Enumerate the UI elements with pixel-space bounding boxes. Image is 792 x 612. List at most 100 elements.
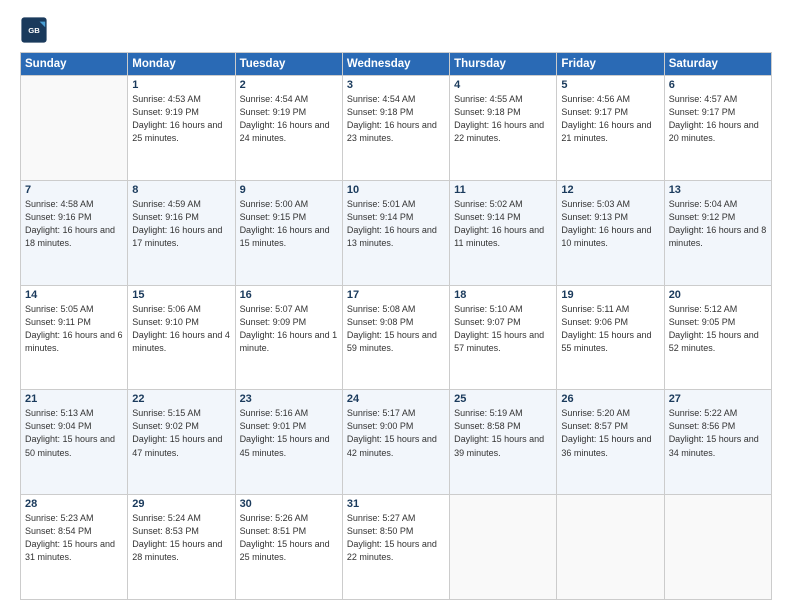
day-number: 12 <box>561 184 659 196</box>
calendar-cell: 22Sunrise: 5:15 AMSunset: 9:02 PMDayligh… <box>128 390 235 495</box>
day-number: 3 <box>347 79 445 91</box>
calendar-cell: 20Sunrise: 5:12 AMSunset: 9:05 PMDayligh… <box>664 285 771 390</box>
cell-info: Sunrise: 5:07 AMSunset: 9:09 PMDaylight:… <box>240 303 338 355</box>
calendar-cell: 4Sunrise: 4:55 AMSunset: 9:18 PMDaylight… <box>450 76 557 181</box>
day-number: 8 <box>132 184 230 196</box>
calendar-cell: 11Sunrise: 5:02 AMSunset: 9:14 PMDayligh… <box>450 180 557 285</box>
cell-info: Sunrise: 5:08 AMSunset: 9:08 PMDaylight:… <box>347 303 445 355</box>
calendar-cell: 29 Sunrise: 5:24 AMSunset: 8:53 PMDayligh… <box>128 495 235 600</box>
day-number: 1 <box>132 79 230 91</box>
cell-info: Sunrise: 5:06 AMSunset: 9:10 PMDaylight:… <box>132 303 230 355</box>
day-number: 28 <box>25 498 123 510</box>
day-number: 30 <box>240 498 338 510</box>
cell-info: Sunrise: 4:57 AMSunset: 9:17 PMDaylight:… <box>669 93 767 145</box>
calendar-cell: 21 Sunrise: 5:13 AMSunset: 9:04 PMDayligh… <box>21 390 128 495</box>
cell-info: Sunrise: 5:23 AMSunset: 8:54 PMDaylight:… <box>25 512 123 564</box>
calendar-cell: 10 Sunrise: 5:01 AMSunset: 9:14 PMDayligh… <box>342 180 449 285</box>
day-number: 7 <box>25 184 123 196</box>
cell-info: Sunrise: 5:00 AMSunset: 9:15 PMDaylight:… <box>240 198 338 250</box>
calendar-cell: 7 Sunrise: 4:58 AMSunset: 9:16 PMDaylight… <box>21 180 128 285</box>
weekday-header-row: SundayMondayTuesdayWednesdayThursdayFrid… <box>21 53 772 76</box>
calendar-cell: 19Sunrise: 5:11 AMSunset: 9:06 PMDayligh… <box>557 285 664 390</box>
day-number: 10 <box>347 184 445 196</box>
calendar-cell: 23 Sunrise: 5:16 AMSunset: 9:01 PMDayligh… <box>235 390 342 495</box>
calendar-table: SundayMondayTuesdayWednesdayThursdayFrid… <box>20 52 772 600</box>
calendar-cell: 2 Sunrise: 4:54 AMSunset: 9:19 PMDaylight… <box>235 76 342 181</box>
day-number: 13 <box>669 184 767 196</box>
calendar-cell: 1 Sunrise: 4:53 AMSunset: 9:19 PMDaylight… <box>128 76 235 181</box>
week-row-3: 14 Sunrise: 5:05 AMSunset: 9:11 PMDayligh… <box>21 285 772 390</box>
week-row-2: 7 Sunrise: 4:58 AMSunset: 9:16 PMDaylight… <box>21 180 772 285</box>
day-number: 25 <box>454 393 552 405</box>
day-number: 9 <box>240 184 338 196</box>
day-number: 2 <box>240 79 338 91</box>
calendar-cell: 14 Sunrise: 5:05 AMSunset: 9:11 PMDayligh… <box>21 285 128 390</box>
week-row-5: 28 Sunrise: 5:23 AMSunset: 8:54 PMDayligh… <box>21 495 772 600</box>
cell-info: Sunrise: 5:10 AMSunset: 9:07 PMDaylight:… <box>454 303 552 355</box>
cell-info: Sunrise: 4:54 AMSunset: 9:19 PMDaylight:… <box>240 93 338 145</box>
day-number: 23 <box>240 393 338 405</box>
cell-info: Sunrise: 5:22 AMSunset: 8:56 PMDaylight:… <box>669 407 767 459</box>
day-number: 31 <box>347 498 445 510</box>
calendar-cell: 3Sunrise: 4:54 AMSunset: 9:18 PMDaylight… <box>342 76 449 181</box>
day-number: 27 <box>669 393 767 405</box>
day-number: 11 <box>454 184 552 196</box>
day-number: 24 <box>347 393 445 405</box>
cell-info: Sunrise: 5:20 AMSunset: 8:57 PMDaylight:… <box>561 407 659 459</box>
svg-text:GB: GB <box>28 26 40 35</box>
week-row-4: 21 Sunrise: 5:13 AMSunset: 9:04 PMDayligh… <box>21 390 772 495</box>
day-number: 29 <box>132 498 230 510</box>
calendar-cell: 25 Sunrise: 5:19 AMSunset: 8:58 PMDayligh… <box>450 390 557 495</box>
cell-info: Sunrise: 5:19 AMSunset: 8:58 PMDaylight:… <box>454 407 552 459</box>
cell-info: Sunrise: 5:16 AMSunset: 9:01 PMDaylight:… <box>240 407 338 459</box>
cell-info: Sunrise: 5:04 AMSunset: 9:12 PMDaylight:… <box>669 198 767 250</box>
calendar-cell: 31 Sunrise: 5:27 AMSunset: 8:50 PMDayligh… <box>342 495 449 600</box>
calendar-cell <box>450 495 557 600</box>
cell-info: Sunrise: 5:17 AMSunset: 9:00 PMDaylight:… <box>347 407 445 459</box>
weekday-header-monday: Monday <box>128 53 235 76</box>
logo: GB <box>20 16 52 44</box>
calendar-cell: 9 Sunrise: 5:00 AMSunset: 9:15 PMDaylight… <box>235 180 342 285</box>
day-number: 17 <box>347 289 445 301</box>
calendar-cell <box>664 495 771 600</box>
header: GB <box>20 16 772 44</box>
cell-info: Sunrise: 5:26 AMSunset: 8:51 PMDaylight:… <box>240 512 338 564</box>
calendar-page: GB SundayMondayTuesdayWednesdayThursdayF… <box>0 0 792 612</box>
day-number: 26 <box>561 393 659 405</box>
weekday-header-thursday: Thursday <box>450 53 557 76</box>
calendar-cell: 28 Sunrise: 5:23 AMSunset: 8:54 PMDayligh… <box>21 495 128 600</box>
day-number: 18 <box>454 289 552 301</box>
cell-info: Sunrise: 5:01 AMSunset: 9:14 PMDaylight:… <box>347 198 445 250</box>
day-number: 4 <box>454 79 552 91</box>
cell-info: Sunrise: 4:53 AMSunset: 9:19 PMDaylight:… <box>132 93 230 145</box>
cell-info: Sunrise: 4:58 AMSunset: 9:16 PMDaylight:… <box>25 198 123 250</box>
calendar-cell: 6Sunrise: 4:57 AMSunset: 9:17 PMDaylight… <box>664 76 771 181</box>
day-number: 14 <box>25 289 123 301</box>
day-number: 22 <box>132 393 230 405</box>
day-number: 5 <box>561 79 659 91</box>
cell-info: Sunrise: 5:24 AMSunset: 8:53 PMDaylight:… <box>132 512 230 564</box>
calendar-cell: 27 Sunrise: 5:22 AMSunset: 8:56 PMDayligh… <box>664 390 771 495</box>
calendar-cell: 13 Sunrise: 5:04 AMSunset: 9:12 PMDayligh… <box>664 180 771 285</box>
calendar-cell <box>557 495 664 600</box>
week-row-1: 1 Sunrise: 4:53 AMSunset: 9:19 PMDaylight… <box>21 76 772 181</box>
weekday-header-saturday: Saturday <box>664 53 771 76</box>
calendar-cell: 16 Sunrise: 5:07 AMSunset: 9:09 PMDayligh… <box>235 285 342 390</box>
calendar-cell: 15 Sunrise: 5:06 AMSunset: 9:10 PMDayligh… <box>128 285 235 390</box>
calendar-cell <box>21 76 128 181</box>
day-number: 16 <box>240 289 338 301</box>
cell-info: Sunrise: 4:59 AMSunset: 9:16 PMDaylight:… <box>132 198 230 250</box>
calendar-cell: 5Sunrise: 4:56 AMSunset: 9:17 PMDaylight… <box>557 76 664 181</box>
weekday-header-wednesday: Wednesday <box>342 53 449 76</box>
day-number: 21 <box>25 393 123 405</box>
cell-info: Sunrise: 5:13 AMSunset: 9:04 PMDaylight:… <box>25 407 123 459</box>
cell-info: Sunrise: 5:05 AMSunset: 9:11 PMDaylight:… <box>25 303 123 355</box>
calendar-cell: 17 Sunrise: 5:08 AMSunset: 9:08 PMDayligh… <box>342 285 449 390</box>
weekday-header-tuesday: Tuesday <box>235 53 342 76</box>
cell-info: Sunrise: 5:27 AMSunset: 8:50 PMDaylight:… <box>347 512 445 564</box>
day-number: 20 <box>669 289 767 301</box>
calendar-cell: 24 Sunrise: 5:17 AMSunset: 9:00 PMDayligh… <box>342 390 449 495</box>
calendar-cell: 30 Sunrise: 5:26 AMSunset: 8:51 PMDayligh… <box>235 495 342 600</box>
day-number: 15 <box>132 289 230 301</box>
calendar-cell: 18 Sunrise: 5:10 AMSunset: 9:07 PMDayligh… <box>450 285 557 390</box>
